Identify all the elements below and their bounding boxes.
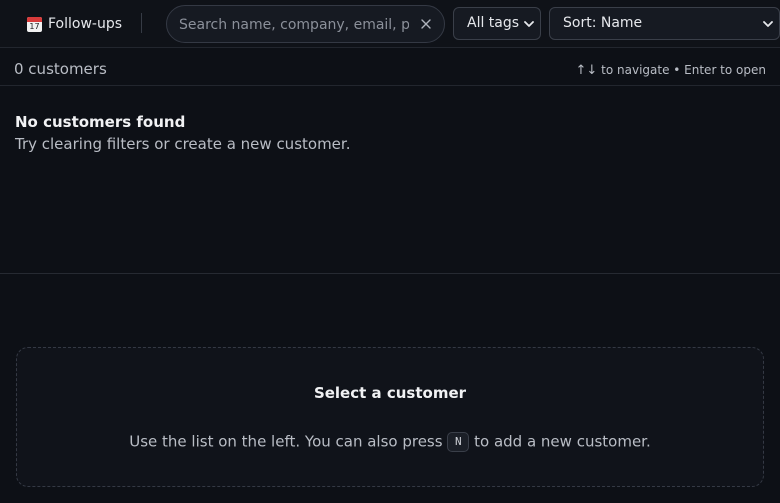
- detail-body: Use the list on the left. You can also p…: [17, 432, 763, 452]
- calendar-icon: 17: [27, 16, 42, 32]
- customer-detail-placeholder: Select a customer Use the list on the le…: [16, 347, 764, 487]
- customer-count: 0 customers: [14, 60, 107, 78]
- new-customer-key: N: [447, 432, 470, 452]
- sort-select[interactable]: Sort: Name: [549, 7, 780, 40]
- empty-state-subtitle: Try clearing filters or create a new cus…: [15, 135, 351, 153]
- toolbar: 17 Follow-ups All tags Sort: Name: [0, 0, 780, 48]
- followups-label: Follow-ups: [48, 16, 123, 32]
- keyboard-hint: ↑↓ to navigate • Enter to open: [576, 63, 766, 78]
- tags-filter-select[interactable]: All tags: [453, 7, 541, 40]
- followups-button[interactable]: 17 Follow-ups: [27, 14, 122, 34]
- list-header: 0 customers ↑↓ to navigate • Enter to op…: [0, 48, 780, 86]
- detail-title: Select a customer: [313, 384, 467, 402]
- chevron-down-icon: [763, 21, 773, 27]
- detail-body-after: to add a new customer.: [474, 432, 651, 451]
- toolbar-divider: [141, 13, 142, 33]
- chevron-down-icon: [524, 21, 534, 27]
- detail-body-before: Use the list on the left. You can also p…: [129, 432, 443, 451]
- section-divider: [0, 273, 780, 274]
- tags-filter-value: All tags: [467, 15, 520, 31]
- sort-value: Sort: Name: [563, 15, 643, 31]
- search-input[interactable]: [179, 15, 409, 35]
- empty-state-title: No customers found: [15, 113, 186, 131]
- keyboard-hint-text: to navigate • Enter to open: [601, 63, 766, 77]
- close-icon[interactable]: [419, 17, 433, 31]
- search-box: [166, 5, 445, 43]
- arrow-keys-hint: ↑↓: [575, 63, 598, 78]
